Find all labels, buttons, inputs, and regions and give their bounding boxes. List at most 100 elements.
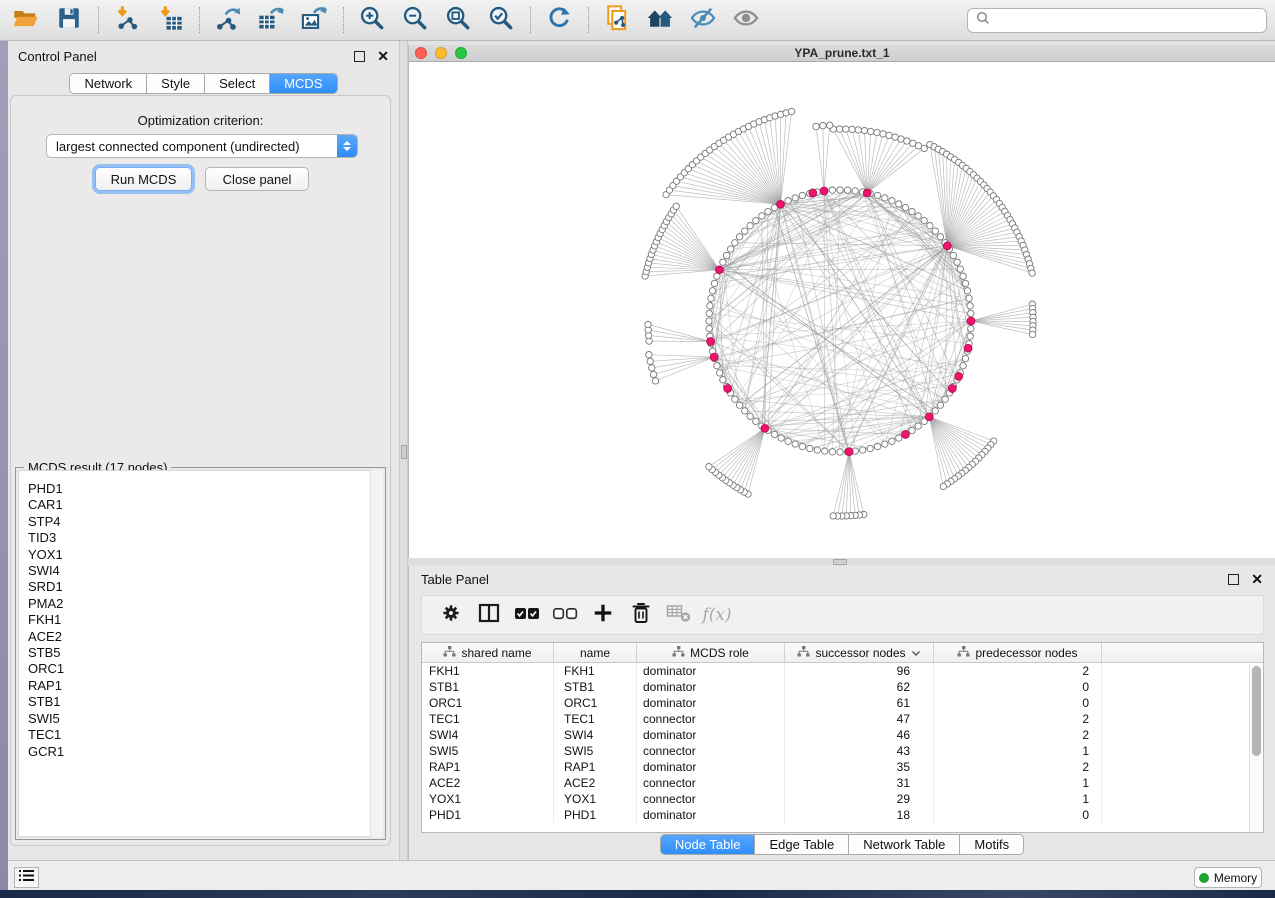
network-node[interactable]	[742, 228, 748, 234]
network-node[interactable]	[837, 449, 843, 455]
leaf-node[interactable]	[940, 483, 946, 489]
network-node[interactable]	[829, 187, 835, 193]
mcds-node[interactable]	[777, 200, 785, 208]
leaf-node[interactable]	[830, 513, 836, 519]
select-all-rows-button[interactable]	[512, 600, 542, 630]
network-node[interactable]	[759, 213, 765, 219]
mcds-node[interactable]	[948, 385, 956, 393]
zoom-fit-button[interactable]	[440, 3, 476, 37]
network-node[interactable]	[707, 303, 713, 309]
leaf-node[interactable]	[855, 127, 861, 133]
leaf-node[interactable]	[650, 371, 656, 377]
cell-name[interactable]: SWI5	[554, 743, 637, 759]
network-node[interactable]	[785, 438, 791, 444]
table-row[interactable]: PHD1 PHD1 dominator 18 0	[422, 807, 1263, 823]
leaf-node[interactable]	[843, 126, 849, 132]
leaf-node[interactable]	[880, 131, 886, 137]
network-node[interactable]	[932, 228, 938, 234]
network-node[interactable]	[942, 396, 948, 402]
cell-successor-nodes[interactable]: 18	[785, 807, 934, 823]
mcds-node[interactable]	[863, 189, 871, 197]
export-image-button[interactable]	[296, 3, 332, 37]
mcds-result-item[interactable]: YOX1	[28, 547, 382, 563]
cell-predecessor-nodes[interactable]: 0	[934, 807, 1102, 823]
network-node[interactable]	[720, 259, 726, 265]
network-node[interactable]	[792, 195, 798, 201]
network-node[interactable]	[950, 252, 956, 258]
leaf-node[interactable]	[874, 129, 880, 135]
mcds-node[interactable]	[955, 373, 963, 381]
network-node[interactable]	[937, 402, 943, 408]
cell-predecessor-nodes[interactable]: 1	[934, 743, 1102, 759]
network-node[interactable]	[799, 443, 805, 449]
cell-mcds-role[interactable]: dominator	[637, 695, 785, 711]
cell-successor-nodes[interactable]: 35	[785, 759, 934, 775]
network-node[interactable]	[932, 408, 938, 414]
cell-name[interactable]: ACE2	[554, 775, 637, 791]
run-mcds-button[interactable]: Run MCDS	[95, 167, 192, 191]
import-table-button[interactable]	[152, 3, 188, 37]
cell-name[interactable]: STB1	[554, 679, 637, 695]
leaf-node[interactable]	[673, 203, 679, 209]
network-node[interactable]	[732, 240, 738, 246]
cell-name[interactable]: TEC1	[554, 711, 637, 727]
network-node[interactable]	[860, 447, 866, 453]
mcds-result-item[interactable]: SRD1	[28, 579, 382, 595]
global-search[interactable]	[967, 8, 1267, 33]
hide-panels-button[interactable]	[685, 3, 721, 37]
leaf-node[interactable]	[1029, 331, 1035, 337]
leaf-node[interactable]	[649, 365, 655, 371]
network-node[interactable]	[968, 325, 974, 331]
cell-successor-nodes[interactable]: 29	[785, 791, 934, 807]
network-node[interactable]	[954, 259, 960, 265]
cell-name[interactable]: ORC1	[554, 695, 637, 711]
close-panel-button[interactable]: Close panel	[205, 167, 309, 191]
close-panel-icon[interactable]: ✕	[1251, 574, 1263, 585]
network-node[interactable]	[874, 192, 880, 198]
network-node[interactable]	[927, 223, 933, 229]
network-node[interactable]	[909, 208, 915, 214]
mcds-result-item[interactable]: SWI5	[28, 711, 382, 727]
network-node[interactable]	[962, 355, 968, 361]
leaf-node[interactable]	[645, 321, 651, 327]
cell-mcds-role[interactable]: dominator	[637, 727, 785, 743]
function-builder-button[interactable]: f(x)	[702, 600, 732, 630]
memory-button[interactable]: Memory	[1194, 867, 1262, 888]
export-network-button[interactable]	[210, 3, 246, 37]
table-settings-button[interactable]	[436, 600, 466, 630]
network-node[interactable]	[714, 363, 720, 369]
network-node[interactable]	[706, 310, 712, 316]
network-node[interactable]	[896, 201, 902, 207]
zoom-in-button[interactable]	[354, 3, 390, 37]
network-node[interactable]	[874, 443, 880, 449]
cell-shared-name[interactable]: RAP1	[422, 759, 554, 775]
network-node[interactable]	[909, 427, 915, 433]
mcds-node[interactable]	[761, 424, 769, 432]
cell-shared-name[interactable]: SWI5	[422, 743, 554, 759]
mcds-result-item[interactable]: TEC1	[28, 727, 382, 743]
leaf-node[interactable]	[904, 138, 910, 144]
cell-shared-name[interactable]: TEC1	[422, 711, 554, 727]
mcds-result-item[interactable]: CAR1	[28, 497, 382, 513]
cell-shared-name[interactable]: STB1	[422, 679, 554, 695]
toggle-columns-button[interactable]	[474, 600, 504, 630]
network-node[interactable]	[966, 295, 972, 301]
network-node[interactable]	[867, 445, 873, 451]
save-session-button[interactable]	[51, 3, 87, 37]
table-row[interactable]: FKH1 FKH1 dominator 96 2	[422, 663, 1263, 679]
mcds-node[interactable]	[964, 344, 972, 352]
cell-shared-name[interactable]: SWI4	[422, 727, 554, 743]
network-node[interactable]	[708, 295, 714, 301]
cell-predecessor-nodes[interactable]: 0	[934, 695, 1102, 711]
cell-name[interactable]: SWI4	[554, 727, 637, 743]
cell-successor-nodes[interactable]: 43	[785, 743, 934, 759]
show-panels-button[interactable]	[728, 3, 764, 37]
tab-network[interactable]: Network	[70, 74, 147, 93]
cell-name[interactable]: YOX1	[554, 791, 637, 807]
table-row[interactable]: SWI4 SWI4 dominator 46 2	[422, 727, 1263, 743]
search-input[interactable]	[996, 13, 1259, 27]
mcds-node[interactable]	[967, 317, 975, 325]
mcds-result-item[interactable]: ACE2	[28, 629, 382, 645]
cell-name[interactable]: RAP1	[554, 759, 637, 775]
network-node[interactable]	[732, 396, 738, 402]
